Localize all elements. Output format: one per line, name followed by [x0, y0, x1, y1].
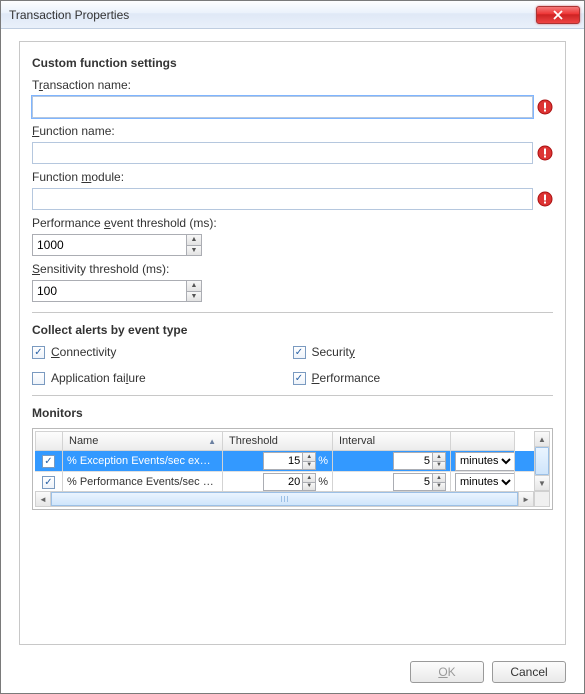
- spinner-up-button[interactable]: ▲: [433, 453, 445, 462]
- row-checkbox[interactable]: [42, 455, 55, 468]
- function-module-input[interactable]: [32, 188, 533, 210]
- error-icon: [537, 145, 553, 161]
- interval-spinner[interactable]: ▲▼: [393, 452, 446, 470]
- header-name[interactable]: Name ▲: [63, 431, 223, 451]
- checkbox-icon[interactable]: [32, 372, 45, 385]
- row-unit: minutes: [451, 451, 515, 471]
- spinner-down-button[interactable]: ▼: [187, 246, 201, 256]
- checkbox-icon[interactable]: [293, 346, 306, 359]
- spinner-down-button[interactable]: ▼: [303, 483, 315, 491]
- sens-threshold-label: Sensitivity threshold (ms):: [32, 262, 553, 276]
- sens-threshold-input[interactable]: [32, 280, 186, 302]
- close-icon: [553, 10, 563, 20]
- cancel-button[interactable]: Cancel: [492, 661, 566, 683]
- interval-input[interactable]: [393, 452, 433, 470]
- interval-unit-select[interactable]: minutes: [455, 473, 515, 492]
- interval-unit-select[interactable]: minutes: [455, 452, 515, 471]
- vertical-scrollbar[interactable]: ▲ ▼: [534, 431, 550, 491]
- scroll-grip-icon: [281, 496, 289, 502]
- monitors-panel: Name ▲ Threshold Interval % Exception Ev…: [32, 428, 553, 510]
- spinner-up-button[interactable]: ▲: [433, 474, 445, 483]
- ok-button[interactable]: OK: [410, 661, 484, 683]
- spinner-down-button[interactable]: ▼: [433, 483, 445, 491]
- divider: [32, 312, 553, 313]
- checkbox-icon[interactable]: [32, 346, 45, 359]
- header-unit[interactable]: [451, 431, 515, 451]
- perf-threshold-label: Performance event threshold (ms):: [32, 216, 553, 230]
- interval-spinner[interactable]: ▲▼: [393, 473, 446, 491]
- scroll-left-button[interactable]: ◄: [36, 492, 51, 506]
- header-checkbox-col[interactable]: [35, 431, 63, 451]
- error-icon: [537, 191, 553, 207]
- function-name-label: Function name:: [32, 124, 553, 138]
- spinner-down-button[interactable]: ▼: [433, 462, 445, 470]
- row-name: % Exception Events/sec ex…: [63, 451, 223, 471]
- row-interval: ▲▼: [333, 472, 451, 492]
- checkbox-performance[interactable]: Performance: [293, 371, 554, 385]
- checkbox-appfail[interactable]: Application failure: [32, 371, 293, 385]
- checkbox-icon[interactable]: [293, 372, 306, 385]
- spinner-up-button[interactable]: ▲: [303, 474, 315, 483]
- spinner-down-button[interactable]: ▼: [303, 462, 315, 470]
- row-threshold: ▲▼ %: [223, 451, 333, 471]
- monitors-table: Name ▲ Threshold Interval % Exception Ev…: [35, 431, 534, 493]
- interval-input[interactable]: [393, 473, 433, 491]
- titlebar: Transaction Properties: [1, 1, 584, 29]
- section-custom-title: Custom function settings: [32, 56, 553, 70]
- table-row[interactable]: % Performance Events/sec … ▲▼ % ▲▼: [35, 472, 534, 493]
- spinner-up-button[interactable]: ▲: [187, 281, 201, 292]
- error-icon: [537, 99, 553, 115]
- row-name: % Performance Events/sec …: [63, 472, 223, 492]
- section-monitors-title: Monitors: [32, 406, 553, 420]
- horizontal-scrollbar[interactable]: ◄ ►: [35, 491, 534, 507]
- function-name-input[interactable]: [32, 142, 533, 164]
- perf-threshold-input[interactable]: [32, 234, 186, 256]
- checkbox-security[interactable]: Security: [293, 345, 554, 359]
- dialog-window: Transaction Properties Custom function s…: [0, 0, 585, 694]
- header-threshold[interactable]: Threshold: [223, 431, 333, 451]
- row-threshold: ▲▼ %: [223, 472, 333, 492]
- row-checkbox[interactable]: [42, 476, 55, 489]
- row-unit: minutes: [451, 472, 515, 492]
- content-panel: Custom function settings Transaction nam…: [19, 41, 566, 645]
- row-interval: ▲▼: [333, 451, 451, 471]
- header-interval[interactable]: Interval: [333, 431, 451, 451]
- table-row[interactable]: % Exception Events/sec ex… ▲▼ % ▲▼: [35, 451, 534, 472]
- sort-asc-icon: ▲: [208, 437, 216, 446]
- transaction-name-input[interactable]: [32, 96, 533, 118]
- checkbox-connectivity[interactable]: Connectivity: [32, 345, 293, 359]
- scroll-thumb[interactable]: [535, 447, 549, 475]
- dialog-footer: OK Cancel: [410, 661, 566, 683]
- alerts-grid: Connectivity Security Application failur…: [32, 345, 553, 385]
- monitors-header: Name ▲ Threshold Interval: [35, 431, 534, 451]
- transaction-name-label: Transaction name:: [32, 78, 553, 92]
- section-alerts-title: Collect alerts by event type: [32, 323, 553, 337]
- spinner-down-button[interactable]: ▼: [187, 292, 201, 302]
- scroll-thumb[interactable]: [51, 492, 518, 506]
- scroll-corner: [534, 491, 550, 507]
- scroll-up-button[interactable]: ▲: [535, 432, 549, 447]
- window-title: Transaction Properties: [9, 8, 536, 22]
- divider: [32, 395, 553, 396]
- spinner-up-button[interactable]: ▲: [303, 453, 315, 462]
- scroll-down-button[interactable]: ▼: [535, 475, 549, 490]
- spinner-up-button[interactable]: ▲: [187, 235, 201, 246]
- threshold-input[interactable]: [263, 452, 303, 470]
- scroll-right-button[interactable]: ►: [518, 492, 533, 506]
- threshold-input[interactable]: [263, 473, 303, 491]
- function-module-label: Function module:: [32, 170, 553, 184]
- threshold-spinner[interactable]: ▲▼: [263, 452, 316, 470]
- sens-threshold-spinner[interactable]: ▲ ▼: [32, 280, 202, 302]
- close-button[interactable]: [536, 6, 580, 24]
- perf-threshold-spinner[interactable]: ▲ ▼: [32, 234, 202, 256]
- threshold-spinner[interactable]: ▲▼: [263, 473, 316, 491]
